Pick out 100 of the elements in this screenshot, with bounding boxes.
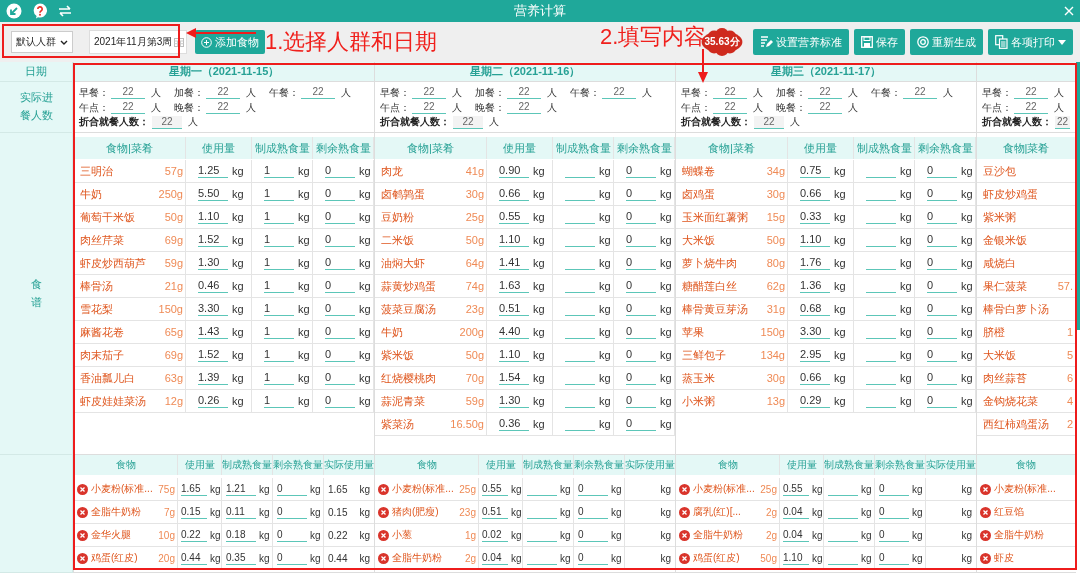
amount-field[interactable]: 0.36 — [499, 417, 529, 431]
amount-field[interactable]: 1 — [264, 187, 294, 201]
amount-field[interactable]: 0 — [626, 187, 656, 201]
delete-icon[interactable] — [980, 506, 991, 518]
amount-field[interactable]: 0.90 — [499, 164, 529, 178]
diner-count-field[interactable]: 22 — [507, 86, 541, 99]
diner-count-field[interactable]: 22 — [1014, 86, 1048, 99]
group-select[interactable]: 默认人群 — [11, 31, 73, 53]
amount-field[interactable]: 0 — [578, 482, 608, 496]
diner-count-field[interactable]: 22 — [111, 86, 145, 99]
amount-field[interactable]: 0.04 — [482, 551, 508, 565]
amount-field[interactable]: 0.22 — [181, 528, 207, 542]
amount-field[interactable]: 0.26 — [198, 394, 228, 408]
diner-count-field[interactable]: 22 — [808, 101, 842, 114]
delete-icon[interactable] — [378, 506, 389, 518]
amount-field[interactable]: 0 — [927, 210, 957, 224]
diner-count-field[interactable]: 22 — [1014, 101, 1048, 114]
delete-icon[interactable] — [679, 506, 690, 518]
amount-field[interactable]: 0 — [626, 371, 656, 385]
delete-icon[interactable] — [378, 529, 389, 541]
delete-icon[interactable] — [980, 529, 991, 541]
amount-field[interactable]: 0 — [626, 348, 656, 362]
amount-field[interactable]: 0.55 — [482, 482, 508, 496]
diner-count-field[interactable]: 22 — [412, 86, 446, 99]
amount-field[interactable]: 0 — [927, 302, 957, 316]
diner-count-field[interactable]: 22 — [713, 101, 747, 114]
scrollbar-thumb[interactable] — [1076, 62, 1080, 330]
amount-field[interactable]: 0 — [927, 279, 957, 293]
amount-field[interactable]: 0 — [277, 505, 307, 519]
amount-field[interactable]: 1 — [264, 371, 294, 385]
amount-field[interactable]: 1 — [264, 164, 294, 178]
amount-field[interactable]: 0 — [325, 348, 355, 362]
delete-icon[interactable] — [77, 506, 88, 518]
amount-field[interactable]: 1 — [264, 302, 294, 316]
amount-field[interactable]: 1.30 — [198, 256, 228, 270]
amount-field[interactable]: 0 — [927, 394, 957, 408]
amount-field[interactable]: 0.04 — [783, 505, 809, 519]
amount-field[interactable]: 1.25 — [198, 164, 228, 178]
amount-field[interactable]: 0.68 — [800, 302, 830, 316]
amount-field[interactable]: 0.66 — [800, 371, 830, 385]
amount-field[interactable]: 0.29 — [800, 394, 830, 408]
help-icon[interactable] — [32, 3, 48, 19]
amount-field[interactable]: 1.10 — [499, 348, 529, 362]
amount-field[interactable]: 0.66 — [800, 187, 830, 201]
amount-field[interactable]: 0 — [927, 187, 957, 201]
amount-field[interactable]: 1.30 — [499, 394, 529, 408]
amount-field[interactable]: 0.18 — [226, 528, 256, 542]
amount-field[interactable]: 1.54 — [499, 371, 529, 385]
amount-field[interactable]: 1.10 — [499, 233, 529, 247]
amount-field[interactable]: 0 — [626, 279, 656, 293]
amount-field[interactable]: 0 — [879, 505, 909, 519]
amount-field[interactable]: 0 — [626, 210, 656, 224]
amount-field[interactable]: 0.46 — [198, 279, 228, 293]
diner-count-field[interactable]: 22 — [206, 86, 240, 99]
amount-field[interactable]: 0 — [325, 394, 355, 408]
diner-count-field[interactable]: 22 — [507, 101, 541, 114]
amount-field[interactable]: 0 — [325, 187, 355, 201]
diner-count-field[interactable]: 22 — [713, 86, 747, 99]
amount-field[interactable]: 1 — [264, 233, 294, 247]
amount-field[interactable]: 0.04 — [783, 528, 809, 542]
amount-field[interactable]: 0 — [626, 233, 656, 247]
amount-field[interactable]: 0 — [927, 371, 957, 385]
amount-field[interactable]: 0.44 — [181, 551, 207, 565]
amount-field[interactable]: 0.11 — [226, 505, 256, 519]
amount-field[interactable]: 1 — [264, 256, 294, 270]
amount-field[interactable]: 0 — [325, 164, 355, 178]
delete-icon[interactable] — [679, 552, 690, 564]
amount-field[interactable]: 0.51 — [482, 505, 508, 519]
diner-count-field[interactable]: 22 — [903, 86, 937, 99]
amount-field[interactable]: 0 — [626, 325, 656, 339]
amount-field[interactable]: 0.15 — [181, 505, 207, 519]
amount-field[interactable]: 1.10 — [198, 210, 228, 224]
delete-icon[interactable] — [679, 529, 690, 541]
amount-field[interactable]: 0 — [879, 482, 909, 496]
amount-field[interactable]: 0 — [277, 528, 307, 542]
diner-count-field[interactable]: 22 — [602, 86, 636, 99]
diner-count-field[interactable]: 22 — [111, 101, 145, 114]
amount-field[interactable]: 0.02 — [482, 528, 508, 542]
amount-field[interactable]: 0 — [626, 417, 656, 431]
amount-field[interactable]: 5.50 — [198, 187, 228, 201]
amount-field[interactable]: 0 — [325, 325, 355, 339]
week-field[interactable]: 2021年11月第3周 — [89, 30, 188, 54]
amount-field[interactable]: 0 — [927, 348, 957, 362]
diner-count-field[interactable]: 22 — [206, 101, 240, 114]
amount-field[interactable]: 0 — [927, 164, 957, 178]
amount-field[interactable]: 1 — [264, 325, 294, 339]
delete-icon[interactable] — [980, 483, 991, 495]
amount-field[interactable]: 0 — [325, 233, 355, 247]
amount-field[interactable]: 0.55 — [499, 210, 529, 224]
amount-field[interactable]: 0 — [325, 371, 355, 385]
amount-field[interactable]: 1 — [264, 210, 294, 224]
amount-field[interactable]: 0 — [927, 233, 957, 247]
diner-count-field[interactable]: 22 — [301, 86, 335, 99]
amount-field[interactable]: 1 — [264, 279, 294, 293]
amount-field[interactable]: 3.30 — [198, 302, 228, 316]
amount-field[interactable]: 0 — [325, 256, 355, 270]
amount-field[interactable]: 0 — [626, 302, 656, 316]
amount-field[interactable]: 1.52 — [198, 348, 228, 362]
amount-field[interactable]: 1.41 — [499, 256, 529, 270]
amount-field[interactable]: 1.10 — [783, 551, 809, 565]
